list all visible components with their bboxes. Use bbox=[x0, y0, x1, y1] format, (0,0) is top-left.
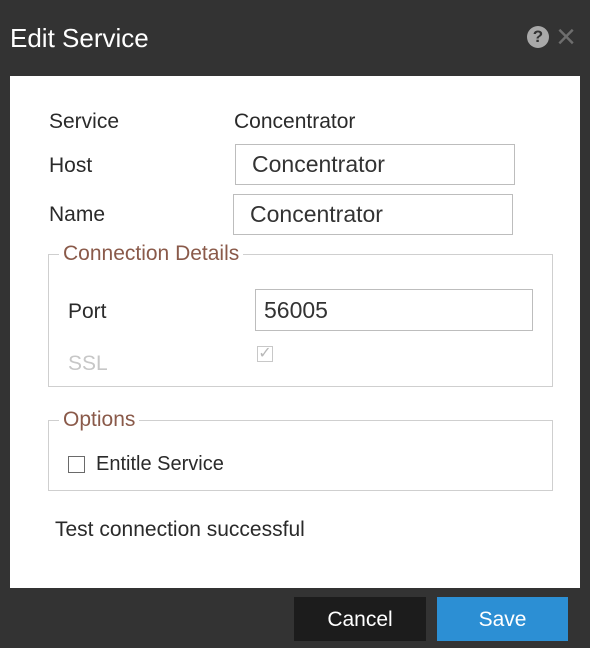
host-label: Host bbox=[49, 154, 93, 177]
port-input[interactable] bbox=[255, 289, 533, 331]
help-icon[interactable]: ? bbox=[527, 26, 549, 48]
cancel-button[interactable]: Cancel bbox=[294, 597, 426, 641]
save-button[interactable]: Save bbox=[437, 597, 568, 641]
host-input[interactable] bbox=[235, 144, 515, 185]
name-label: Name bbox=[49, 203, 106, 226]
options-group: Options bbox=[48, 408, 553, 491]
dialog-frame-right bbox=[580, 76, 590, 588]
ssl-label: SSL bbox=[68, 352, 108, 375]
ssl-checkbox: ✓ bbox=[257, 345, 273, 362]
dialog-titlebar: Edit Service ? × bbox=[0, 0, 590, 76]
connection-details-legend: Connection Details bbox=[63, 242, 240, 265]
entitle-service-checkbox[interactable] bbox=[68, 456, 85, 473]
service-value: Concentrator bbox=[234, 110, 356, 133]
dialog-frame-left bbox=[0, 76, 10, 588]
entitle-service-label[interactable]: Entitle Service bbox=[96, 453, 224, 476]
status-message: Test connection successful bbox=[55, 518, 305, 541]
options-legend: Options bbox=[63, 408, 136, 431]
name-input[interactable] bbox=[233, 194, 513, 235]
service-label: Service bbox=[49, 110, 120, 133]
close-icon[interactable]: × bbox=[551, 17, 581, 57]
port-label: Port bbox=[68, 300, 107, 323]
dialog-title: Edit Service bbox=[10, 23, 149, 53]
dialog-body: Service Concentrator Host Name Connectio… bbox=[10, 76, 580, 588]
edit-service-dialog: Edit Service ? × Service Concentrator Ho… bbox=[0, 0, 590, 648]
